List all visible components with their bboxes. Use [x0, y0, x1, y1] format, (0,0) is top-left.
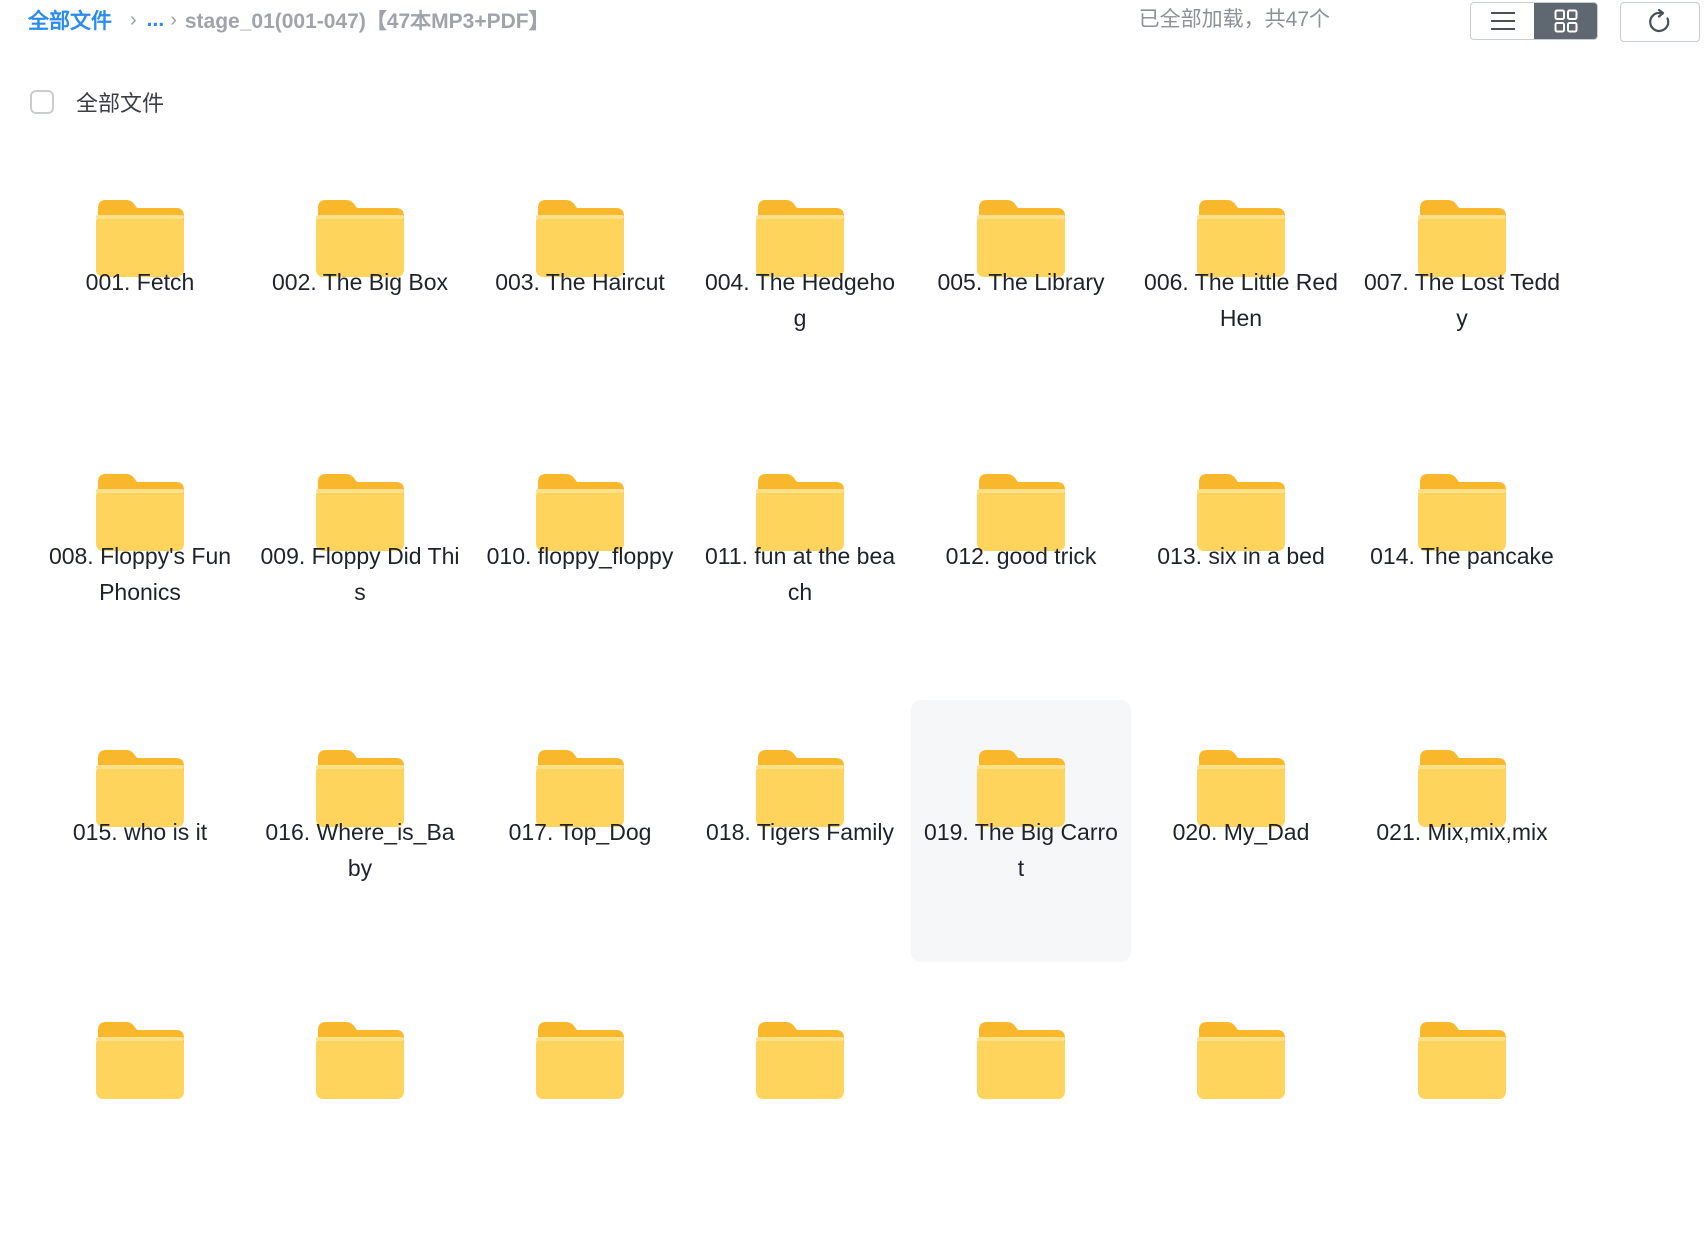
folder-icon: [756, 1022, 844, 1099]
file-item[interactable]: 002. The Big Box: [250, 150, 470, 412]
file-item[interactable]: [911, 972, 1131, 1234]
file-name: 017. Top_Dog: [508, 819, 652, 845]
file-item[interactable]: 009. Floppy Did This: [250, 424, 470, 686]
file-item[interactable]: [470, 972, 690, 1234]
file-name: 003. The Haircut: [495, 269, 665, 295]
file-name: 020. My_Dad: [1172, 819, 1310, 845]
file-item[interactable]: 019. The Big Carrot: [911, 700, 1131, 962]
file-item[interactable]: [690, 972, 910, 1234]
file-item[interactable]: 013. six in a bed: [1131, 424, 1351, 686]
file-name: 005. The Library: [937, 269, 1105, 295]
file-item[interactable]: [30, 972, 250, 1234]
file-item[interactable]: 008. Floppy's Fun Phonics: [30, 424, 250, 686]
file-item[interactable]: 005. The Library: [911, 150, 1131, 412]
file-item[interactable]: [250, 972, 470, 1234]
file-item[interactable]: 018. Tigers Family: [690, 700, 910, 962]
folder-icon: [977, 1022, 1065, 1099]
file-item[interactable]: 001. Fetch: [30, 150, 250, 412]
file-name: 016. Where_is_Baby: [265, 819, 455, 881]
file-name: 013. six in a bed: [1157, 543, 1325, 569]
folder-icon: [536, 1022, 624, 1099]
file-item[interactable]: 004. The Hedgehog: [690, 150, 910, 412]
file-item[interactable]: [1131, 972, 1351, 1234]
file-grid: 001. Fetch 002. The Big Box 003. The Hairc…: [0, 0, 1706, 1154]
file-item[interactable]: 012. good trick: [911, 424, 1131, 686]
file-name: 015. who is it: [72, 819, 208, 845]
file-item[interactable]: [1352, 972, 1572, 1234]
file-item[interactable]: 011. fun at the beach: [690, 424, 910, 686]
file-name: 004. The Hedgehog: [704, 269, 896, 331]
file-name: 009. Floppy Did This: [260, 543, 460, 605]
file-name: 006. The Little Red Hen: [1144, 269, 1338, 331]
file-name: 014. The pancake: [1370, 543, 1554, 569]
file-name: 010. floppy_floppy: [486, 543, 674, 569]
file-item[interactable]: 016. Where_is_Baby: [250, 700, 470, 962]
file-item[interactable]: 021. Mix,mix,mix: [1352, 700, 1572, 962]
file-name: 001. Fetch: [85, 269, 195, 295]
file-item[interactable]: 010. floppy_floppy: [470, 424, 690, 686]
file-name: 008. Floppy's Fun Phonics: [48, 543, 232, 605]
file-name: 018. Tigers Family: [706, 819, 894, 845]
file-name: 007. The Lost Teddy: [1363, 269, 1561, 331]
folder-icon: [96, 1022, 184, 1099]
file-name: 002. The Big Box: [271, 269, 449, 295]
folder-icon: [1418, 1022, 1506, 1099]
file-item[interactable]: 003. The Haircut: [470, 150, 690, 412]
file-item[interactable]: 006. The Little Red Hen: [1131, 150, 1351, 412]
folder-icon: [316, 1022, 404, 1099]
file-item[interactable]: 007. The Lost Teddy: [1352, 150, 1572, 412]
file-name: 021. Mix,mix,mix: [1376, 819, 1548, 845]
file-name: 012. good trick: [945, 543, 1097, 569]
file-name: 019. The Big Carrot: [924, 819, 1118, 881]
file-item[interactable]: 020. My_Dad: [1131, 700, 1351, 962]
file-item[interactable]: 014. The pancake: [1352, 424, 1572, 686]
file-item[interactable]: 015. who is it: [30, 700, 250, 962]
file-item[interactable]: 017. Top_Dog: [470, 700, 690, 962]
file-name: 011. fun at the beach: [704, 543, 896, 605]
folder-icon: [1197, 1022, 1285, 1099]
